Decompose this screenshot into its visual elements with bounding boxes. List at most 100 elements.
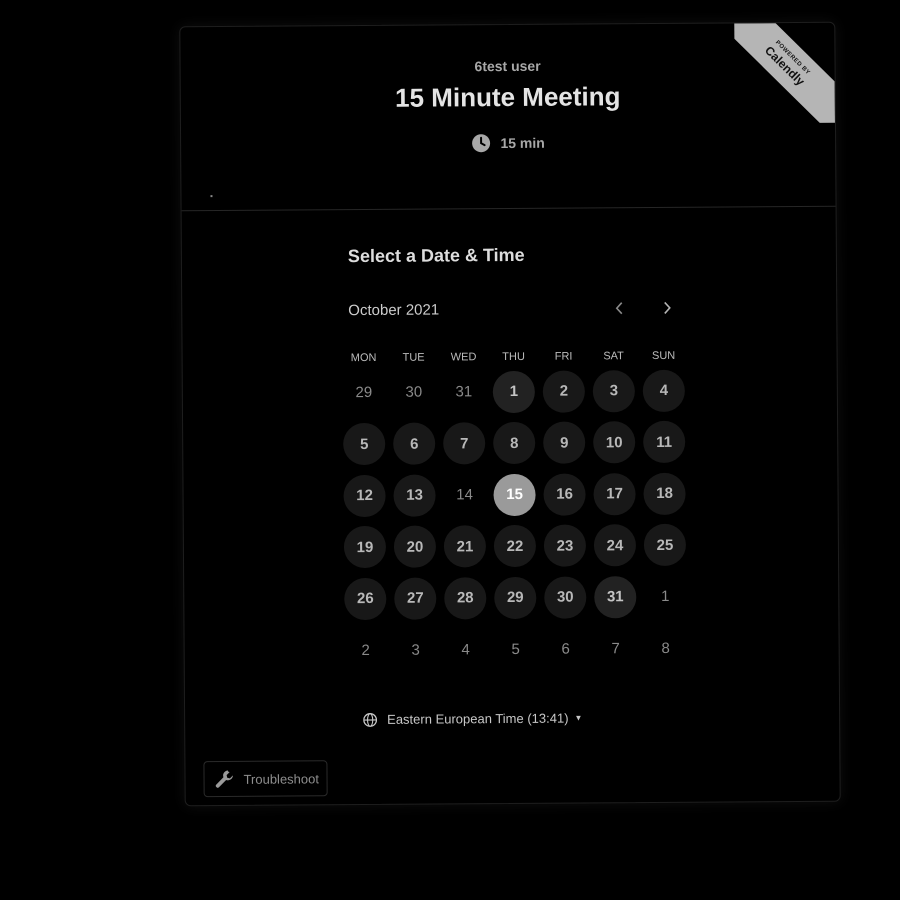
calendar-cell: 27 [390, 572, 440, 624]
day-outside-month: 6 [561, 640, 570, 658]
calendar-cell: 30 [540, 571, 590, 623]
day-outside-month: 4 [461, 641, 470, 659]
caret-down-icon: ▼ [574, 713, 583, 723]
day-available-button[interactable]: 24 [593, 524, 637, 567]
calendar-cell: 13 [389, 469, 439, 521]
day-available-button[interactable]: 23 [543, 524, 587, 568]
calendar-cell: 22 [490, 520, 540, 572]
clock-icon [471, 133, 491, 153]
day-outside-month: 2 [361, 641, 370, 659]
day-available-button[interactable]: 27 [394, 577, 437, 620]
day-available-button[interactable]: 26 [344, 577, 387, 620]
weekday-label: FRI [554, 350, 573, 363]
previous-month-button[interactable] [607, 296, 631, 320]
next-month-button[interactable] [655, 296, 679, 320]
day-available-button[interactable]: 22 [493, 525, 537, 568]
timezone-selector[interactable]: Eastern European Time (13:41) ▼ [363, 711, 582, 728]
weekday-label: WED [450, 351, 477, 364]
day-available-button[interactable]: 16 [543, 473, 586, 516]
day-available-button[interactable]: 5 [343, 423, 386, 466]
weekday-label: TUE [402, 351, 425, 364]
calendar-cell: 19 [340, 521, 390, 573]
day-available-button[interactable]: 10 [593, 421, 636, 464]
chevron-right-icon [664, 301, 671, 314]
calendar-cell: 26 [340, 573, 390, 625]
day-available-button[interactable]: 9 [543, 421, 586, 465]
calendar-cell: 18 [639, 468, 689, 520]
calendar-cell: 29 [339, 367, 389, 419]
day-available-button[interactable]: 28 [444, 576, 487, 620]
calendar-cell: 5 [339, 418, 389, 470]
day-available-button[interactable]: 3 [592, 369, 635, 413]
day-outside-month: 7 [611, 639, 620, 658]
calendar-cell: 2 [539, 365, 589, 417]
day-available-button[interactable]: 7 [443, 422, 486, 465]
calendar-cell: 1 [489, 366, 539, 418]
day-selected-button[interactable]: 15 [493, 473, 536, 516]
calendar-cell: 8 [640, 622, 690, 674]
event-duration: 15 min [181, 131, 835, 156]
calendar-cell: 30 [389, 366, 439, 418]
calendar-cell: 25 [640, 519, 690, 571]
calendar-cell: 21 [440, 521, 490, 573]
event-header: 6test user 15 Minute Meeting 15 min [180, 22, 836, 212]
day-available-button[interactable]: 12 [343, 474, 386, 517]
day-available-button[interactable]: 30 [544, 576, 587, 619]
day-available-button[interactable]: 1 [492, 370, 535, 413]
calendar-cell: 7 [439, 418, 489, 470]
day-available-button[interactable]: 19 [343, 526, 387, 569]
day-available-button[interactable]: 20 [393, 525, 437, 569]
calendar-cell: 7 [590, 623, 640, 675]
day-available-button[interactable]: 4 [642, 369, 685, 412]
day-outside-month: 3 [411, 641, 420, 659]
day-available-button[interactable]: 21 [443, 525, 487, 568]
calendar-cell: 3 [589, 365, 639, 417]
calendar-cell: 17 [589, 468, 639, 520]
day-outside-month: 29 [355, 384, 373, 402]
calendar-cell: 9 [539, 417, 589, 469]
day-available-button[interactable]: 18 [643, 472, 686, 515]
booking-card: POWERED BY Calendly 6test user 15 Minute… [179, 21, 841, 807]
calendar-cell: 5 [490, 623, 540, 675]
day-available-button[interactable]: 11 [643, 421, 686, 464]
calendar-cell: 23 [540, 520, 590, 572]
calendar-cell: 12 [339, 470, 389, 522]
day-outside-month: 5 [511, 640, 520, 658]
day-outside-month: 1 [661, 588, 670, 606]
weekday-label: SUN [651, 349, 676, 363]
day-available-button[interactable]: 8 [493, 422, 536, 465]
day-available-button[interactable]: 6 [393, 422, 436, 466]
calendar-cell: 31 [590, 571, 640, 623]
day-unavailable: 14 [456, 486, 473, 504]
calendar-cell: 15 [489, 469, 539, 521]
day-available-button[interactable]: 25 [643, 524, 687, 567]
day-available-button[interactable]: 17 [593, 472, 636, 516]
day-available-button[interactable]: 2 [542, 370, 585, 413]
calendar-cell: 14 [439, 469, 489, 521]
day-outside-month: 31 [455, 383, 473, 401]
troubleshoot-button[interactable]: Troubleshoot [203, 760, 328, 798]
weekday-header: MON TUE WED THU FRI SAT SUN [339, 350, 689, 364]
calendar-grid: 29 30 31 1 2 3 4 5 6 7 8 9 10 11 12 13 14 15 16 17 18 19 20 21 2… [339, 365, 691, 676]
event-title: 15 Minute Meeting [394, 81, 621, 113]
wrench-icon [215, 770, 233, 788]
calendar-cell: 24 [590, 520, 640, 572]
calendar-cell: 28 [440, 572, 490, 624]
day-available-button[interactable]: 29 [494, 576, 537, 619]
calendar-cell: 1 [640, 571, 690, 623]
weekday-label: SAT [603, 350, 624, 363]
calendar-cell: 4 [440, 624, 490, 676]
timezone-label: Eastern European Time (13:41) [387, 710, 569, 727]
calendar-cell: 3 [390, 624, 440, 676]
chevron-left-icon [615, 302, 623, 315]
day-outside-month: 30 [405, 383, 423, 401]
calendar-cell: 31 [439, 366, 489, 418]
calendar-cell: 8 [489, 417, 539, 469]
calendar-cell: 4 [639, 365, 689, 417]
day-available-button[interactable]: 13 [393, 474, 436, 517]
day-available-button[interactable]: 31 [594, 575, 637, 619]
calendar-cell: 6 [540, 623, 590, 675]
month-label: October 2021 [348, 301, 440, 320]
calendar-cell: 6 [389, 418, 439, 470]
calendar-cell: 11 [639, 416, 689, 468]
